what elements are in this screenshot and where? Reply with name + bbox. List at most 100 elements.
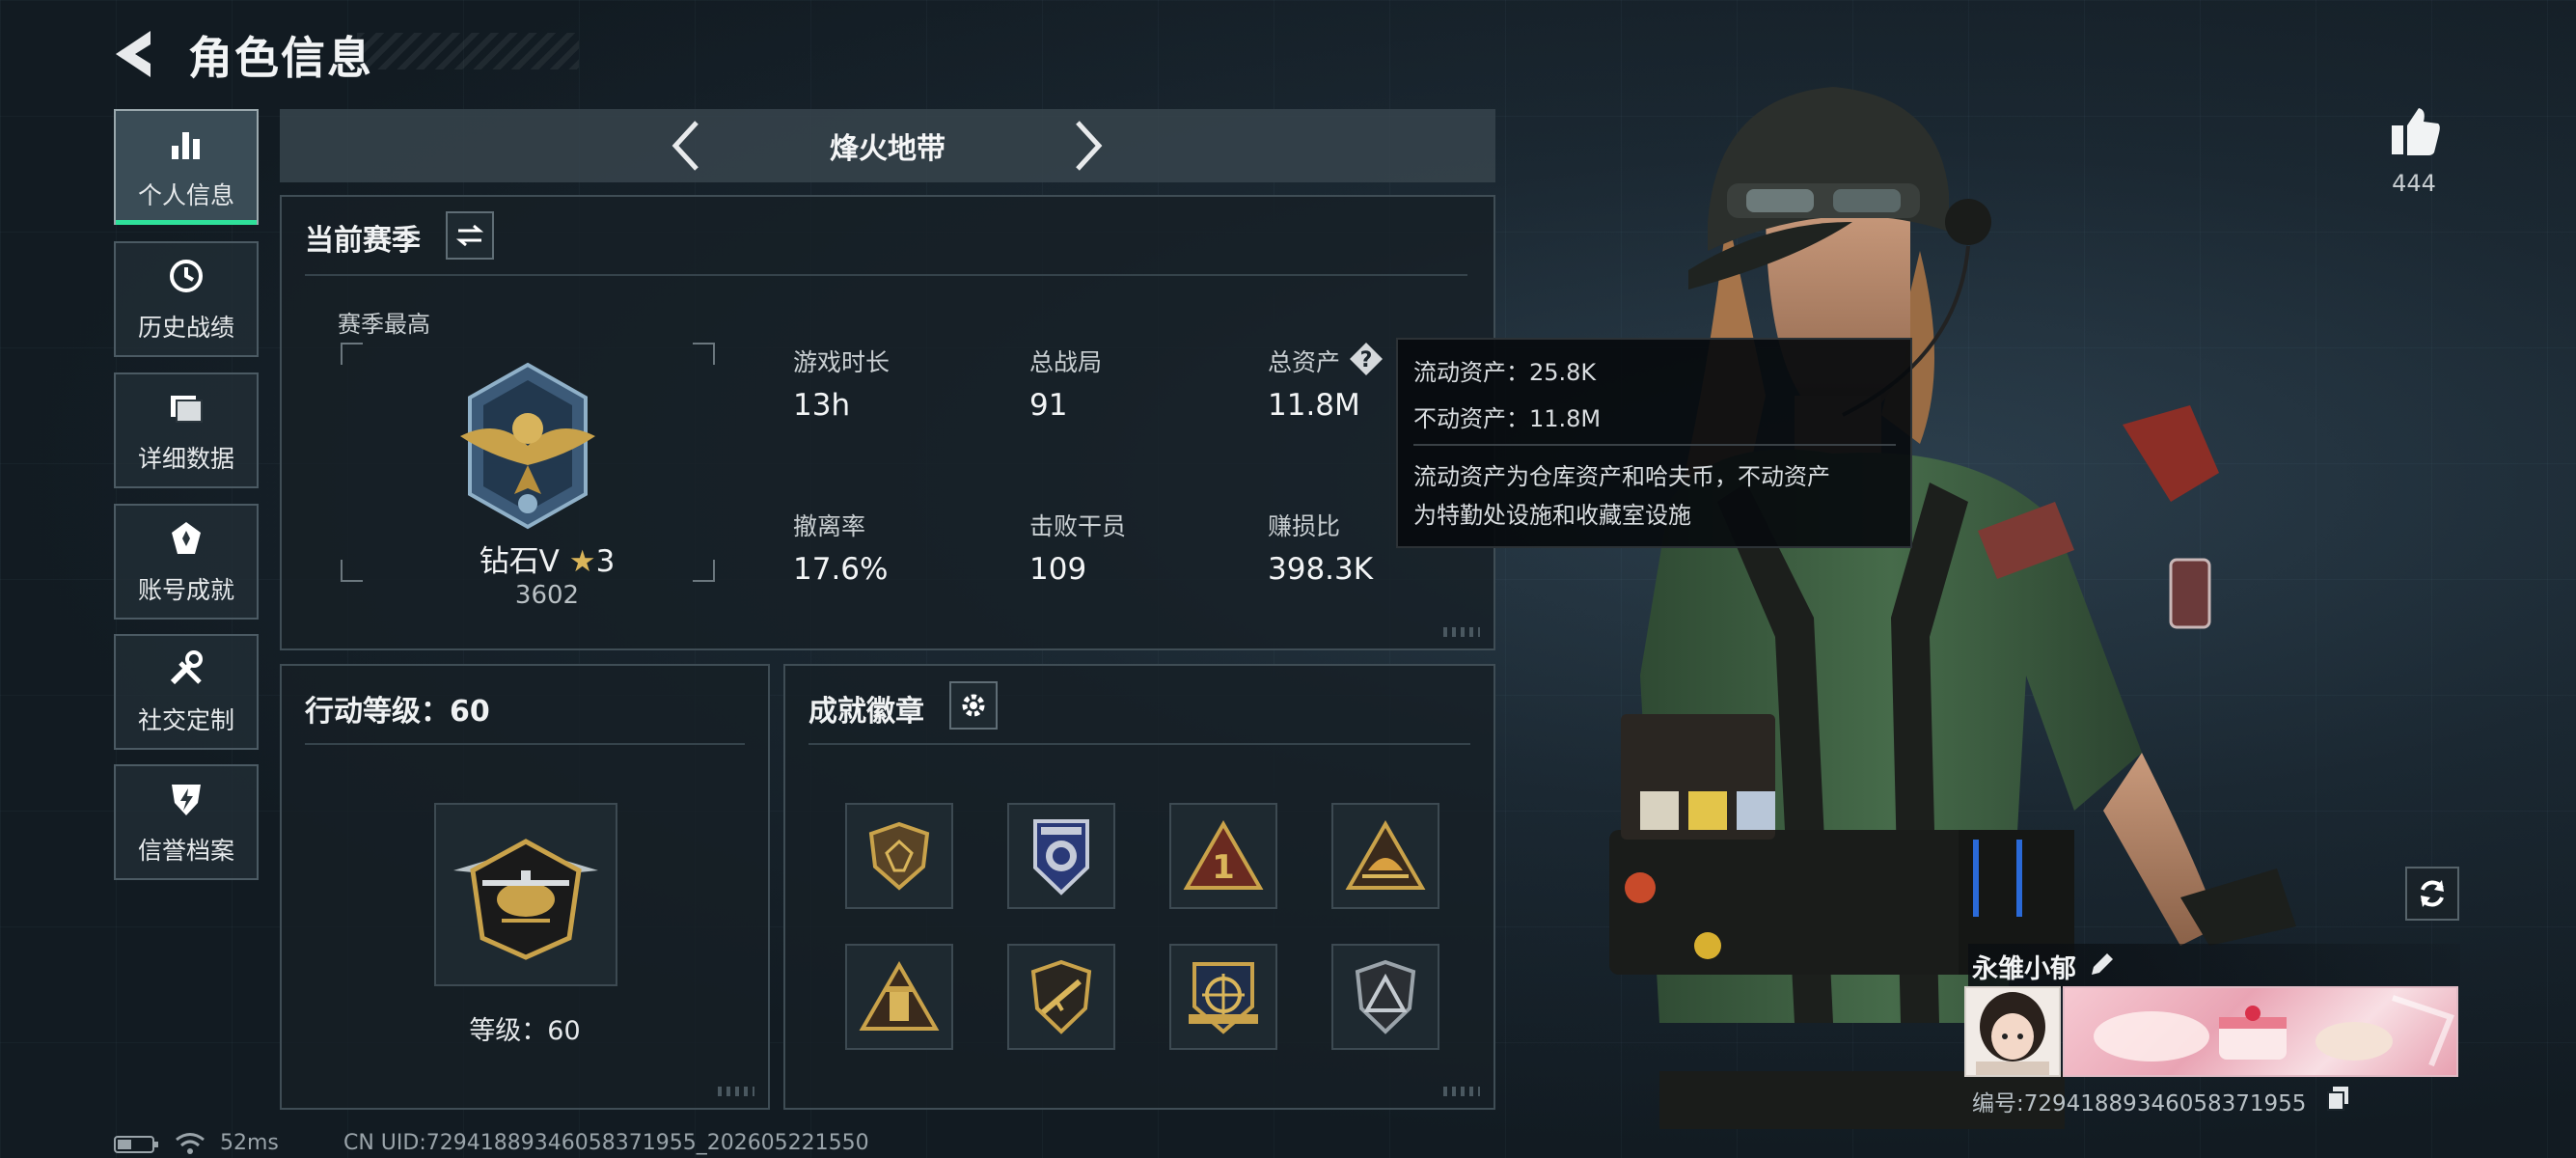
svg-text:?: ? [1360,348,1373,372]
history-icon [165,255,207,297]
divider [305,743,745,745]
crosshair-badge-icon [1189,962,1258,1034]
stat-label-total-matches: 总战局 [1029,348,1103,376]
badge-slot-3[interactable]: 1 [1169,803,1277,909]
badge-slot-2[interactable] [1007,803,1115,909]
stat-value-profit-ratio: 398.3K [1268,552,1374,587]
tooltip-desc-line-2: 为特勤处设施和收藏室设施 [1413,502,1691,529]
stat-label-playtime: 游戏时长 [793,348,891,376]
panel-corner-decoration [1443,1087,1480,1096]
sidebar-item-detailed-data[interactable]: 详细数据 [114,372,259,488]
sidebar-item-social[interactable]: 社交定制 [114,634,259,750]
eagle-badge-icon [1033,819,1089,896]
badge-slot-1[interactable] [845,803,953,909]
season-title: 当前赛季 [305,224,421,258]
svg-text:1: 1 [1212,848,1235,887]
level-text: 等级：60 [469,1016,581,1046]
uid-text: CN UID:72941889346058371955_202605221550 [343,1131,869,1155]
rank-name: 钻石V [479,544,560,579]
back-button[interactable] [108,27,166,81]
player-banner[interactable] [2063,986,2458,1077]
battery-icon [114,1135,160,1154]
stat-value-operators-defeated: 109 [1029,552,1087,587]
stat-label-operators-defeated: 击败干员 [1029,512,1127,540]
player-name-bar: 永雏小郁 [1968,944,2460,988]
rank-stars: 3 [595,544,616,579]
chevron-right-icon [1076,121,1103,171]
sidebar-item-label: 历史战绩 [137,314,234,342]
tooltip-desc-line-1: 流动资产为仓库资产和哈夫币，不动资产 [1413,463,1830,490]
player-id: 编号:72941889346058371955 [1972,1091,2307,1117]
next-mode-button[interactable] [1058,109,1116,182]
sidebar-item-label: 详细数据 [137,445,234,473]
gear-icon [962,694,985,717]
stat-label-profit-ratio: 赚损比 [1268,512,1341,540]
badge-slot-8[interactable] [1331,944,1439,1050]
sunrise-badge-icon [1345,820,1426,890]
page-title: 角色信息 [188,32,373,84]
peak-badge-icon [1355,959,1416,1034]
star-icon: ★ [568,544,596,579]
avatar-image [1976,992,2049,1075]
stat-value-playtime: 13h [793,388,851,423]
rank-emblem [441,359,615,537]
badge-slot-4[interactable] [1331,803,1439,909]
tooltip-fixed-assets: 不动资产：11.8M [1413,405,1602,432]
stat-value-total-assets: 11.8M [1268,388,1360,423]
sidebar-item-personal-info[interactable]: 个人信息 [114,109,259,225]
sidebar-item-reputation[interactable]: 信誉档案 [114,764,259,880]
divider [305,274,1467,276]
help-icon: ? [1350,343,1383,375]
tooltip-liquid-assets: 流动资产：25.8K [1413,359,1597,386]
badges-title: 成就徽章 [808,695,924,729]
pencil-icon [2092,953,2113,975]
sidebar-item-achievements[interactable]: 账号成就 [114,504,259,620]
number-one-badge-icon: 1 [1183,820,1264,890]
badge-slot-5[interactable] [845,944,953,1050]
thumbs-up-icon [2392,108,2440,155]
season-panel: 当前赛季 赛季最高 钻石V ★3 3602 游戏时长 13h 总战局 91 总资… [280,195,1495,650]
tower-badge-icon [859,961,940,1031]
like-button[interactable] [2388,104,2442,158]
stat-value-extract-rate: 17.6% [793,552,889,587]
action-level-panel: 行动等级：60 等级：60 [280,664,770,1110]
rank-line: 钻石V ★3 [451,537,644,580]
mode-tab-bar: 烽火地带 [280,109,1495,182]
helicopter-badge-icon [453,839,598,960]
diamond-rank-icon [460,362,595,530]
copy-icon [2327,1087,2348,1111]
panel-corner-decoration [718,1087,754,1096]
wifi-icon [174,1131,206,1156]
asset-tooltip: 流动资产：25.8K 不动资产：11.8M 流动资产为仓库资产和哈夫币，不动资产… [1396,338,1912,548]
player-name: 永雏小郁 [1972,954,2076,984]
bar-chart-icon [165,123,207,165]
panel-corner-decoration [1443,627,1480,637]
rotate-view-button[interactable] [2405,867,2459,921]
stat-value-total-matches: 91 [1029,388,1068,423]
copy-id-button[interactable] [2325,1085,2352,1112]
shield-badge-icon [868,821,930,891]
refresh-icon [2421,880,2444,907]
like-count: 444 [2392,170,2436,197]
sidebar-item-label: 信誉档案 [137,837,234,865]
back-arrow-icon [116,31,151,77]
stat-label-total-assets: 总资产 [1268,348,1341,376]
badge-settings-button[interactable] [949,681,998,730]
avatar[interactable] [1964,986,2061,1077]
cake-banner-image [2094,995,2454,1067]
switch-season-button[interactable] [446,211,494,260]
sidebar-item-history[interactable]: 历史战绩 [114,241,259,357]
badge-slot-6[interactable] [1007,944,1115,1050]
shield-icon [165,778,207,820]
swap-icon [455,224,484,247]
edit-name-button[interactable] [2086,950,2117,980]
badge-slot-7[interactable] [1169,944,1277,1050]
tooltip-divider [1413,444,1896,446]
rank-score: 3602 [514,581,580,610]
sidebar-item-label: 账号成就 [137,576,234,604]
badges-panel: 成就徽章 1 [783,664,1495,1110]
asset-help-button[interactable]: ? [1349,342,1384,376]
mode-title: 烽火地带 [830,132,945,166]
title-decoration [357,33,579,69]
folder-icon [165,386,207,428]
